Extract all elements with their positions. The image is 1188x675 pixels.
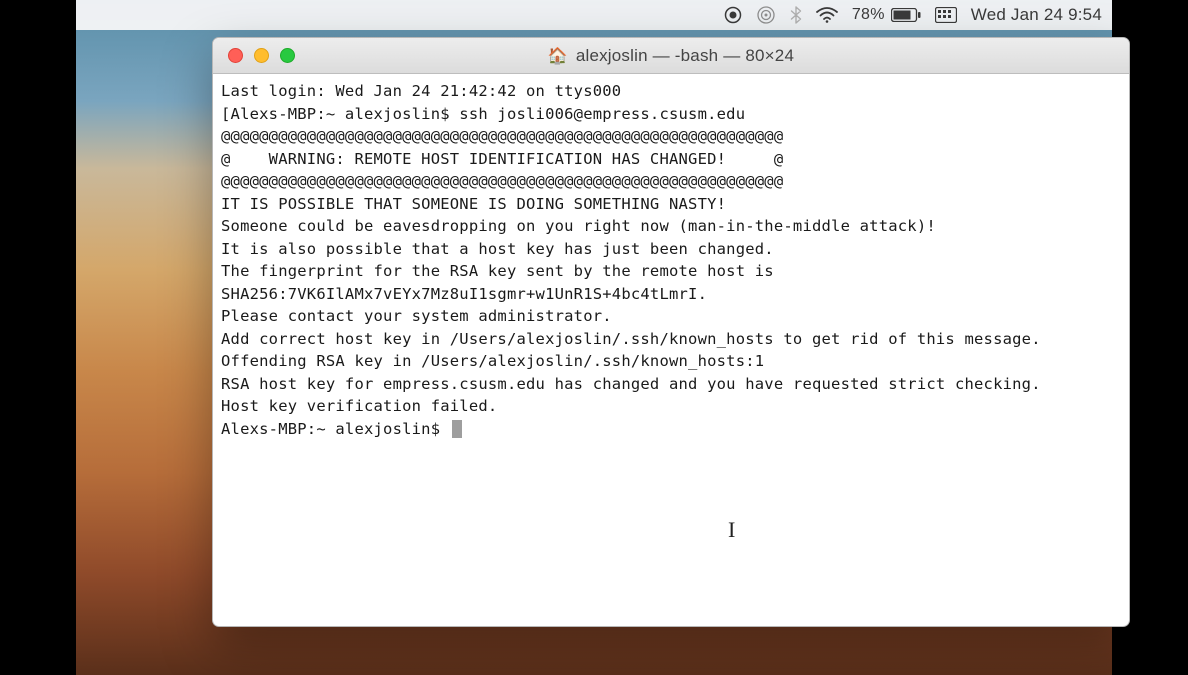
traffic-lights (213, 48, 295, 63)
minimize-button[interactable] (254, 48, 269, 63)
terminal-line: @ WARNING: REMOTE HOST IDENTIFICATION HA… (221, 148, 1121, 171)
wifi-icon[interactable] (816, 7, 838, 23)
battery-percent: 78% (852, 6, 885, 24)
terminal-line: @@@@@@@@@@@@@@@@@@@@@@@@@@@@@@@@@@@@@@@@… (221, 170, 1121, 193)
desktop-background: 78% Wed Jan 24 9:54 🏠 alexjoslin — -bash… (76, 0, 1112, 675)
terminal-cursor (452, 420, 462, 438)
terminal-line: Offending RSA key in /Users/alexjoslin/.… (221, 350, 1121, 373)
terminal-line: Add correct host key in /Users/alexjosli… (221, 328, 1121, 351)
clock[interactable]: Wed Jan 24 9:54 (971, 5, 1102, 25)
text-cursor-icon: I (728, 517, 735, 543)
terminal-line: Please contact your system administrator… (221, 305, 1121, 328)
terminal-line: IT IS POSSIBLE THAT SOMEONE IS DOING SOM… (221, 193, 1121, 216)
record-icon[interactable] (724, 6, 742, 24)
terminal-line: Someone could be eavesdropping on you ri… (221, 215, 1121, 238)
close-button[interactable] (228, 48, 243, 63)
home-icon: 🏠 (548, 46, 568, 66)
terminal-line: The fingerprint for the RSA key sent by … (221, 260, 1121, 283)
input-source-icon[interactable] (935, 7, 957, 23)
bluetooth-icon[interactable] (790, 6, 802, 24)
terminal-output[interactable]: Last login: Wed Jan 24 21:42:42 on ttys0… (213, 74, 1129, 446)
terminal-line: RSA host key for empress.csusm.edu has c… (221, 373, 1121, 396)
terminal-prompt-line: Alexs-MBP:~ alexjoslin$ (221, 418, 1121, 441)
terminal-line: [Alexs-MBP:~ alexjoslin$ ssh josli006@em… (221, 103, 1121, 126)
menubar: 78% Wed Jan 24 9:54 (76, 0, 1112, 30)
terminal-line: Host key verification failed. (221, 395, 1121, 418)
target-icon[interactable] (756, 5, 776, 25)
window-titlebar[interactable]: 🏠 alexjoslin — -bash — 80×24 (213, 38, 1129, 74)
terminal-line: Last login: Wed Jan 24 21:42:42 on ttys0… (221, 80, 1121, 103)
terminal-window[interactable]: 🏠 alexjoslin — -bash — 80×24 Last login:… (212, 37, 1130, 627)
terminal-line: SHA256:7VK6IlAMx7vEYx7Mz8uI1sgmr+w1UnR1S… (221, 283, 1121, 306)
zoom-button[interactable] (280, 48, 295, 63)
terminal-line: It is also possible that a host key has … (221, 238, 1121, 261)
terminal-line: @@@@@@@@@@@@@@@@@@@@@@@@@@@@@@@@@@@@@@@@… (221, 125, 1121, 148)
window-title: alexjoslin — -bash — 80×24 (576, 46, 794, 66)
battery-status[interactable]: 78% (852, 6, 921, 24)
window-title-wrap: 🏠 alexjoslin — -bash — 80×24 (213, 46, 1129, 66)
terminal-prompt: Alexs-MBP:~ alexjoslin$ (221, 420, 450, 438)
